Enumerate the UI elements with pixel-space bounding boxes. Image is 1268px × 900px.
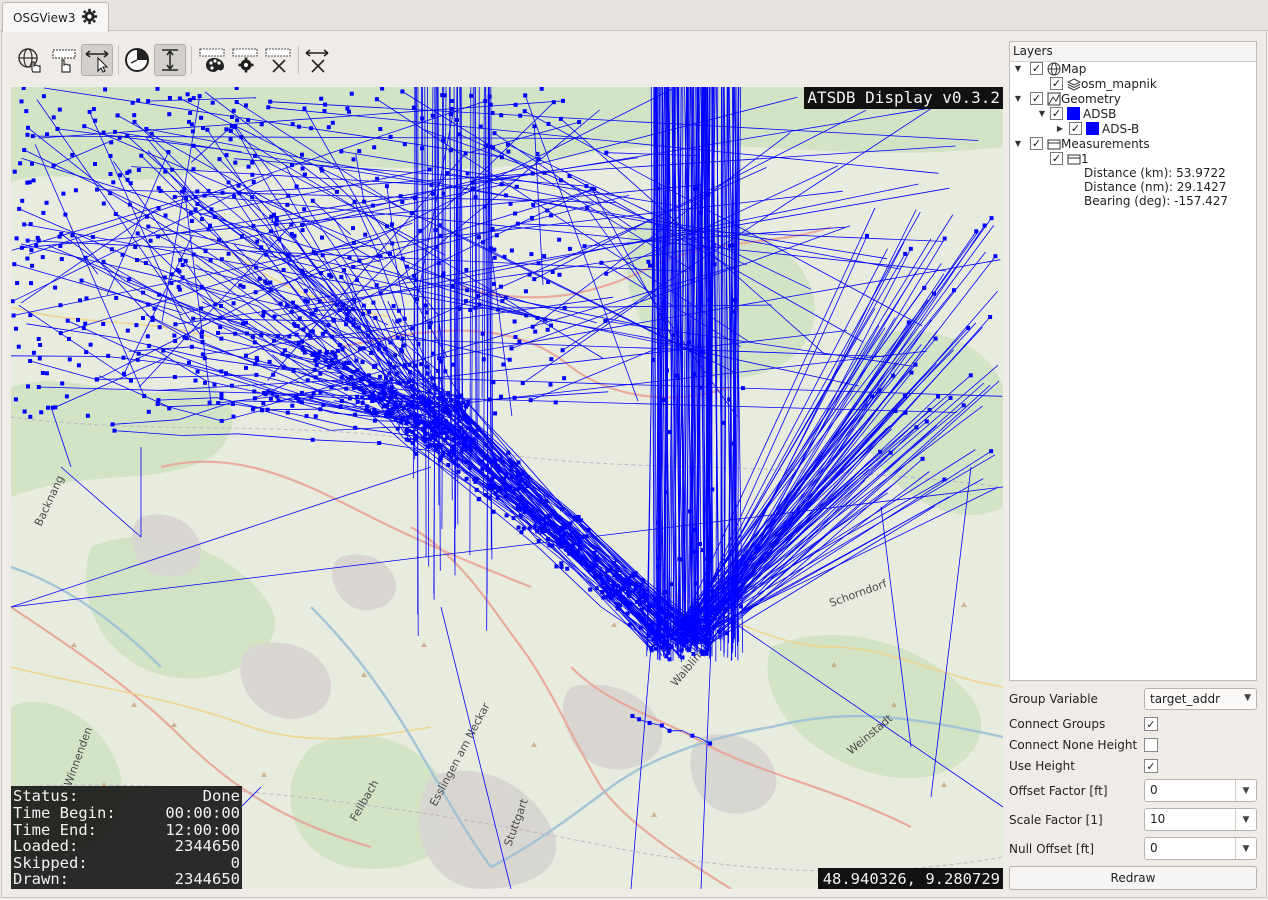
select-hand-icon: [52, 49, 76, 73]
tree-label: Measurements: [1061, 136, 1150, 151]
status-row: Status: Done: [13, 787, 240, 806]
measure-clear-icon: [305, 49, 329, 73]
geometry-checkbox[interactable]: ✓: [1030, 92, 1043, 105]
measurements-checkbox[interactable]: ✓: [1030, 137, 1043, 150]
tree-label: osm_mapnik: [1081, 76, 1157, 91]
chevron-down-icon[interactable]: ▼: [1235, 780, 1256, 801]
tree-item-ads-b[interactable]: ▶ ✓ ADS-B: [1055, 121, 1139, 136]
status-row: Time Begin: 00:00:00: [13, 804, 240, 823]
chevron-down-icon[interactable]: ▼: [1235, 809, 1256, 830]
globe-hand-icon: [18, 48, 41, 73]
tree-label: 1: [1081, 151, 1089, 166]
layers-tree[interactable]: [1009, 61, 1257, 681]
tree-item-geometry[interactable]: ▼ ✓ Geometry: [1013, 91, 1121, 106]
geometry-icon: [1046, 91, 1061, 106]
group-variable-select[interactable]: target_addr ▼: [1144, 688, 1257, 710]
height-tool[interactable]: [154, 44, 186, 76]
tab-bar: OSGView3: [0, 0, 1268, 32]
gear-icon[interactable]: [81, 8, 98, 28]
tree-item-osm-mapnik[interactable]: ✓ osm_mapnik: [1050, 76, 1157, 91]
use-height-label: Use Height: [1009, 759, 1075, 773]
toolbar-separator: [298, 46, 299, 74]
layers-header: Layers: [1009, 41, 1257, 62]
status-row: Drawn: 2344650: [13, 870, 240, 889]
height-bar-icon: [162, 49, 178, 71]
coordinate-readout: 48.940326, 9.280729: [817, 868, 1003, 889]
connect-none-height-label: Connect None Height: [1009, 738, 1138, 752]
measurement-bearing: Bearing (deg): -157.427: [1084, 194, 1229, 208]
scale-factor-label: Scale Factor [1]: [1009, 813, 1103, 827]
measure-icon: [1066, 151, 1081, 166]
tree-item-measurement-1[interactable]: ✓ 1: [1050, 151, 1089, 166]
group-variable-label: Group Variable: [1009, 692, 1098, 706]
clear-measurement-tool[interactable]: [301, 44, 333, 76]
close-icon: [265, 48, 291, 73]
measurement-distance-km: Distance (km): 53.9722: [1084, 166, 1226, 180]
map-background: Stuttgart Esslingen am Neckar Waiblingen…: [11, 87, 1003, 889]
collapse-arrow-icon[interactable]: ▼: [1013, 139, 1023, 149]
status-row: Time End: 12:00:00: [13, 820, 240, 839]
connect-groups-label: Connect Groups: [1009, 717, 1106, 731]
scale-factor-input[interactable]: 10 ▼: [1144, 808, 1257, 831]
ads-b-checkbox[interactable]: ✓: [1069, 122, 1082, 135]
measurement-1-checkbox[interactable]: ✓: [1050, 152, 1063, 165]
tree-item-map[interactable]: ▼ ✓ Map: [1013, 61, 1086, 76]
tab-title: OSGView3: [13, 10, 76, 25]
palette-icon: [199, 48, 225, 72]
tree-label: Geometry: [1061, 91, 1121, 106]
tree-label: ADSB: [1083, 106, 1117, 121]
tree-label: Map: [1061, 61, 1087, 76]
layers-icon: [1066, 76, 1081, 91]
overlay-title: ATSDB Display v0.3.2: [804, 87, 1003, 109]
adsb-checkbox[interactable]: ✓: [1050, 107, 1063, 120]
null-offset-label: Null Offset [ft]: [1009, 842, 1095, 856]
measure-tool[interactable]: [81, 44, 113, 76]
globe-icon: [1046, 61, 1061, 76]
osm-checkbox[interactable]: ✓: [1050, 77, 1063, 90]
redraw-button[interactable]: Redraw: [1009, 866, 1257, 890]
measure-icon: [1046, 136, 1061, 151]
use-height-checkbox[interactable]: ✓: [1144, 759, 1158, 773]
settings-tool[interactable]: [229, 44, 261, 76]
navigate-tool[interactable]: [14, 44, 46, 76]
clear-selection-tool[interactable]: [262, 44, 294, 76]
tree-item-adsb[interactable]: ▼ ✓ ADSB: [1037, 106, 1116, 121]
tree-label: ADS-B: [1102, 121, 1140, 136]
toolbar-separator: [191, 46, 192, 74]
map-view[interactable]: Stuttgart Esslingen am Neckar Waiblingen…: [11, 87, 1003, 889]
connect-none-height-checkbox[interactable]: [1144, 738, 1158, 752]
collapse-arrow-icon[interactable]: ▼: [1013, 94, 1023, 104]
time-filter-tool[interactable]: [121, 44, 153, 76]
chevron-down-icon: ▼: [1244, 693, 1251, 703]
toolbar-separator: [118, 46, 119, 74]
null-offset-input[interactable]: 0 ▼: [1144, 837, 1257, 860]
color-swatch-icon: [1086, 122, 1099, 135]
expand-arrow-icon[interactable]: ▶: [1055, 124, 1065, 134]
gear-icon: [232, 48, 258, 73]
tree-item-measurements[interactable]: ▼ ✓ Measurements: [1013, 136, 1150, 151]
chevron-down-icon[interactable]: ▼: [1235, 838, 1256, 859]
status-overlay: Status: Done Time Begin: 00:00:00 Time End…: [11, 786, 242, 889]
measure-cursor-icon: [85, 50, 109, 73]
style-tool[interactable]: [196, 44, 228, 76]
select-tool[interactable]: [48, 44, 80, 76]
clock-icon: [125, 48, 149, 72]
measurement-distance-nm: Distance (nm): 29.1427: [1084, 180, 1227, 194]
color-swatch-icon: [1067, 107, 1080, 120]
status-row: Loaded: 2344650: [13, 837, 240, 856]
map-checkbox[interactable]: ✓: [1030, 62, 1043, 75]
connect-groups-checkbox[interactable]: ✓: [1144, 717, 1158, 731]
status-row: Skipped: 0: [13, 853, 240, 872]
offset-factor-label: Offset Factor [ft]: [1009, 784, 1108, 798]
collapse-arrow-icon[interactable]: ▼: [1013, 64, 1023, 74]
tab-osgview3[interactable]: OSGView3: [2, 2, 110, 32]
offset-factor-input[interactable]: 0 ▼: [1144, 779, 1257, 802]
collapse-arrow-icon[interactable]: ▼: [1037, 109, 1047, 119]
